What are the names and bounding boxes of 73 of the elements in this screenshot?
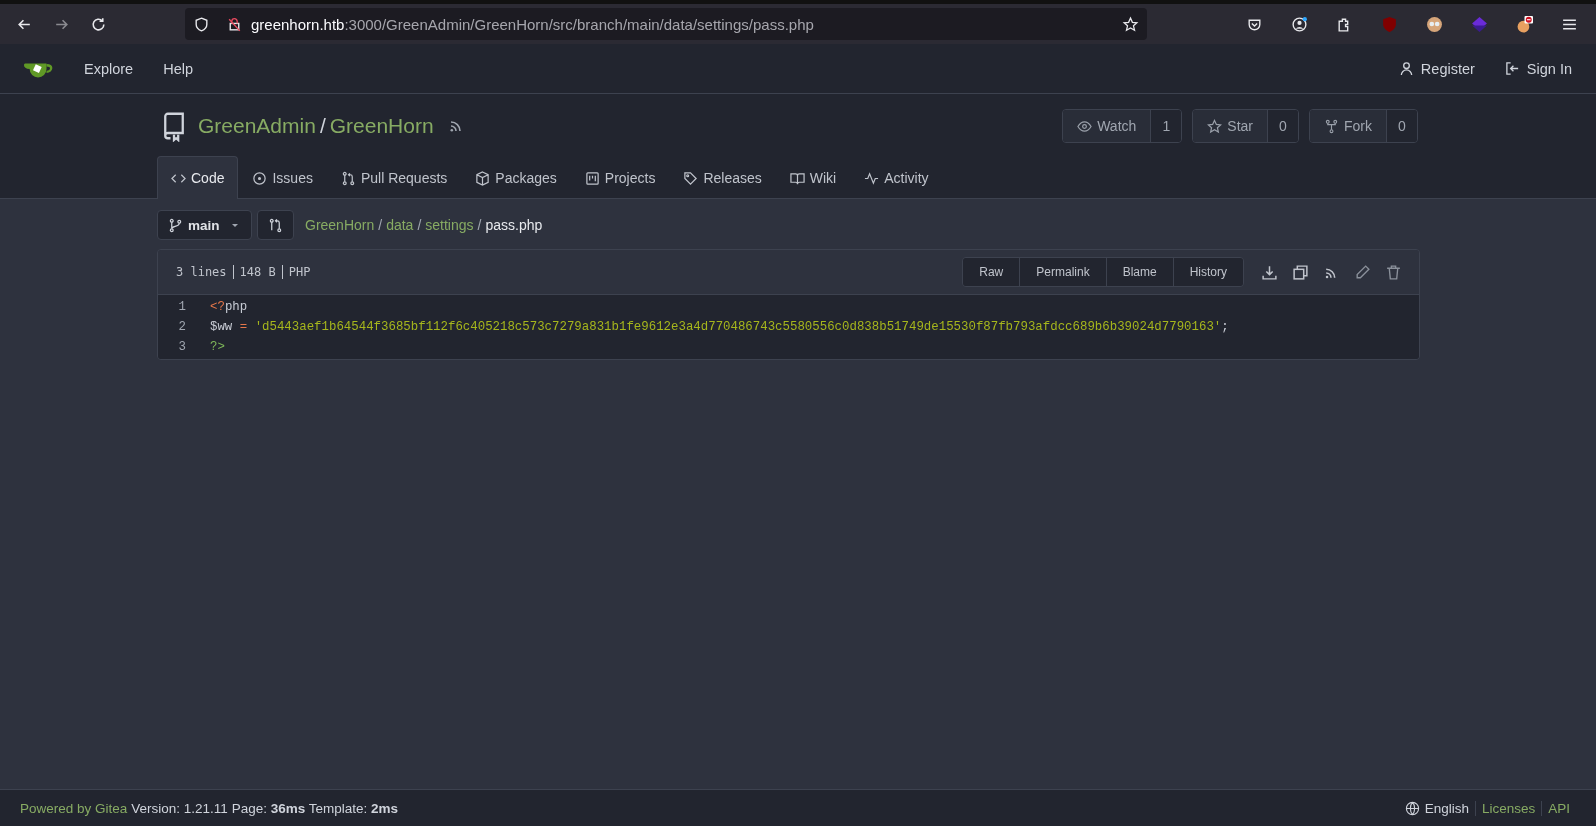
compare-button[interactable]	[257, 210, 294, 240]
blocker-extension-icon[interactable]	[1516, 15, 1533, 33]
powered-by-link[interactable]: Powered by Gitea	[20, 800, 128, 816]
breadcrumb-link[interactable]: GreenHorn	[305, 217, 375, 233]
compare-icon	[268, 217, 283, 233]
tag-icon	[683, 170, 699, 186]
glasses-face-icon[interactable]	[1426, 15, 1443, 33]
eye-icon	[1077, 118, 1093, 134]
package-icon	[475, 170, 491, 186]
repo-tab[interactable]: Activity	[850, 156, 943, 199]
breadcrumb-link[interactable]: settings	[425, 217, 474, 233]
repo-tab[interactable]: Pull Requests	[326, 156, 462, 199]
code-line: <?php	[210, 300, 248, 314]
register-link[interactable]: Register	[1398, 60, 1475, 77]
person-icon	[1398, 61, 1414, 76]
language-selector[interactable]: English	[1398, 800, 1475, 816]
file-info: 3 lines	[175, 265, 228, 279]
repo-name-link[interactable]: GreenHorn	[329, 114, 434, 138]
repo-tab[interactable]: Wiki	[775, 156, 851, 199]
breadcrumb-link[interactable]: data	[386, 217, 414, 233]
issue-icon	[252, 170, 268, 186]
star-icon	[1207, 118, 1223, 134]
repo-tab[interactable]: Issues	[238, 156, 327, 199]
pencil-icon[interactable]	[1354, 263, 1371, 281]
nav-link[interactable]: Explore	[84, 60, 134, 77]
shield-icon[interactable]	[193, 15, 210, 33]
file-action-button[interactable]: Permalink	[1020, 258, 1107, 286]
fork-button[interactable]: Fork	[1310, 110, 1387, 142]
repo-tab[interactable]: Code	[157, 156, 239, 199]
path-separator: /	[477, 217, 482, 233]
file-name: pass.php	[485, 217, 543, 233]
version-info: Version: 1.21.11 Page: 36ms Template: 2ms	[131, 800, 399, 816]
path-separator: /	[378, 217, 383, 233]
project-board-icon	[584, 170, 600, 186]
file-info: 148 B	[232, 265, 282, 279]
book-icon	[789, 170, 805, 186]
download-icon[interactable]	[1261, 263, 1278, 281]
url-text[interactable]: greenhorn.htb:3000/GreenAdmin/GreenHorn/src/branch/main/data/settings/pass.php	[251, 15, 1114, 33]
watch-button[interactable]: Watch	[1063, 110, 1152, 142]
repo-tab[interactable]: Packages	[461, 156, 571, 199]
pull-request-icon	[340, 170, 356, 186]
line-number: 1	[177, 300, 187, 314]
path-separator: /	[319, 114, 326, 138]
branch-icon	[168, 217, 183, 233]
bookmark-star-icon[interactable]	[1122, 15, 1139, 33]
path-separator: /	[417, 217, 422, 233]
line-number: 3	[177, 340, 187, 354]
insecure-lock-icon[interactable]	[226, 15, 243, 33]
copy-icon[interactable]	[1292, 263, 1309, 281]
repo-tab[interactable]: Projects	[570, 156, 670, 199]
pulse-icon	[864, 170, 880, 186]
code-line: $ww = 'd5443aef1b64544f3685bf112f6c405218c573c7279a831b1fe9612e3a4d770486743c5580556c0d838b51749de15530f87fb793afdcc689b6b39024d7790163';	[210, 320, 1229, 334]
nav-link[interactable]: Help	[163, 60, 193, 77]
star-button[interactable]: Star	[1193, 110, 1268, 142]
globe-icon	[1404, 800, 1420, 816]
trash-icon[interactable]	[1385, 263, 1402, 281]
file-action-button[interactable]: Blame	[1106, 258, 1174, 286]
branch-dropdown[interactable]: main	[157, 210, 252, 240]
file-action-button[interactable]: History	[1173, 258, 1243, 286]
account-icon[interactable]	[1291, 15, 1308, 33]
line-number: 2	[177, 320, 187, 334]
fork-icon	[1324, 118, 1339, 134]
footer-link[interactable]: Licenses	[1474, 800, 1542, 816]
repo-tab[interactable]: Releases	[669, 156, 776, 199]
footer-link[interactable]: API	[1541, 800, 1576, 816]
file-info: PHP	[281, 265, 317, 279]
repo-owner-link[interactable]: GreenAdmin	[198, 114, 316, 138]
sign-in-icon	[1504, 61, 1520, 76]
code-line: ?>	[210, 340, 225, 354]
reload-icon[interactable]	[90, 15, 107, 33]
address-bar[interactable]: greenhorn.htb:3000/GreenAdmin/GreenHorn/src/branch/main/data/settings/pass.php	[185, 8, 1147, 40]
sign-in-link[interactable]: Sign In	[1504, 60, 1572, 77]
file-action-button[interactable]: Raw	[963, 258, 1021, 286]
